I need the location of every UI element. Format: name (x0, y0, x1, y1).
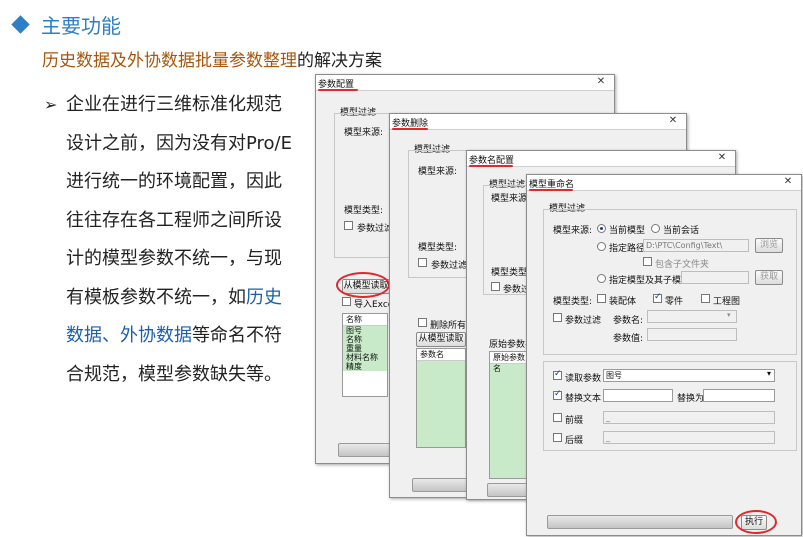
delete-all-checkbox[interactable] (418, 318, 427, 327)
source-label: 模型来源: (553, 226, 593, 236)
list-item[interactable]: 精度 (343, 362, 387, 371)
prefix-checkbox[interactable] (553, 413, 562, 422)
list-green-area (417, 361, 465, 447)
source-label: 模型来源: (344, 128, 384, 138)
replace-with-label: 替换为 (677, 394, 705, 404)
param-value-label: 参数值: (613, 334, 644, 344)
title-underline-mark (529, 189, 573, 191)
param-name-label: 参数名: (613, 316, 644, 326)
subtitle-rest: 的解决方案 (297, 51, 382, 71)
bullet-text: 企业在进行三维标准化规范设计之前，因为没有对Pro/E进行统一的环境配置，因此往… (66, 86, 294, 394)
part-label: 零件 (665, 297, 684, 307)
read-from-model-button[interactable]: 从模型读取 (416, 332, 466, 347)
source-label: 模型来源: (491, 194, 531, 204)
replace-with-input[interactable] (703, 389, 775, 402)
slide-subtitle: 历史数据及外协数据批量参数整理的解决方案 (42, 46, 382, 71)
highlight-circle (336, 272, 390, 298)
specify-model-label: 指定模型及其子模型 (609, 276, 691, 286)
drawing-label: 工程图 (713, 297, 741, 307)
param-value-input[interactable] (647, 328, 737, 341)
type-label: 模型类型: (344, 206, 384, 216)
read-param-select[interactable]: 图号 (603, 369, 775, 382)
include-subfolder-label: 包含子文件夹 (655, 260, 710, 270)
list-header: 原始参数名 (490, 352, 526, 373)
prefix-label: 前缀 (565, 416, 584, 426)
param-filter-checkbox[interactable] (344, 221, 353, 230)
close-icon[interactable]: ✕ (663, 115, 683, 128)
diamond-bullet-icon (11, 15, 30, 34)
subtitle-highlight: 历史数据及外协数据批量参数整理 (42, 51, 297, 71)
param-name-list[interactable]: 名称 图号 名称 重量 材料名称 精度 (342, 313, 388, 397)
dialog-model-rename: 模型重命名 ✕ 模型过滤 模型来源: 当前模型 当前会话 指定路径 D:\PTC… (526, 174, 802, 536)
list-item[interactable]: 图号 (343, 326, 387, 335)
suffix-input[interactable]: _ (603, 431, 775, 444)
title-underline-mark (469, 165, 513, 167)
slide-bullet: ➢ 企业在进行三维标准化规范设计之前，因为没有对Pro/E进行统一的环境配置，因… (44, 86, 294, 394)
part-checkbox[interactable] (653, 292, 662, 303)
progress-bar (412, 478, 472, 492)
current-session-label: 当前会话 (663, 226, 700, 236)
title-underline-mark (318, 89, 358, 91)
arrow-bullet-icon: ➢ (44, 95, 58, 114)
replace-text-input[interactable] (603, 389, 673, 402)
include-subfolder-checkbox[interactable] (643, 257, 652, 266)
original-param-list[interactable]: 原始参数名 (489, 351, 527, 479)
read-param-label: 读取参数 (565, 374, 602, 384)
param-filter-label: 参数过滤 (565, 316, 602, 326)
suffix-label: 后缀 (565, 436, 584, 446)
param-name-select[interactable] (647, 310, 737, 323)
specify-path-label: 指定路径 (609, 244, 646, 254)
list-item[interactable]: 名称 (343, 335, 387, 344)
list-item[interactable]: 材料名称 (343, 353, 387, 362)
type-label: 模型类型: (553, 297, 593, 307)
current-model-label: 当前模型 (609, 226, 646, 236)
list-header: 参数名 (417, 349, 465, 361)
chevron-down-icon: ▾ (767, 369, 772, 378)
replace-text-label: 替换文本 (565, 394, 602, 404)
dialog-titlebar: 参数删除 ✕ (390, 114, 686, 130)
assembly-checkbox[interactable] (597, 294, 606, 303)
slide-title-row: 主要功能 (8, 10, 121, 39)
current-model-radio[interactable] (597, 224, 606, 233)
read-param-checkbox[interactable] (553, 369, 562, 380)
current-session-radio[interactable] (651, 224, 660, 233)
bullet-text-part1: 企业在进行三维标准化规范设计之前，因为没有对Pro/E进行统一的环境配置，因此往… (66, 94, 292, 308)
param-filter-label: 参数过滤 (431, 261, 468, 271)
param-filter-checkbox[interactable] (418, 258, 427, 267)
import-excel-checkbox[interactable] (342, 297, 351, 306)
title-underline-mark (392, 128, 428, 130)
close-icon[interactable]: ✕ (712, 152, 732, 165)
dialog-titlebar: 参数配置 ✕ (316, 75, 614, 91)
highlight-circle (735, 510, 777, 534)
param-name-list[interactable]: 参数名 (416, 348, 466, 448)
path-input[interactable]: D:\PTC\Config\Text\ (643, 239, 749, 252)
browse-button[interactable]: 浏览 (755, 238, 783, 253)
specify-model-radio[interactable] (597, 274, 606, 283)
list-item[interactable]: 重量 (343, 344, 387, 353)
assembly-label: 装配体 (609, 297, 637, 307)
progress-bar (547, 515, 733, 529)
drawing-checkbox[interactable] (701, 294, 710, 303)
suffix-checkbox[interactable] (553, 433, 562, 442)
specify-path-radio[interactable] (597, 242, 606, 251)
param-filter-checkbox[interactable] (553, 313, 562, 322)
chevron-down-icon: ▾ (727, 311, 731, 319)
replace-text-checkbox[interactable] (553, 389, 562, 400)
fetch-button[interactable]: 获取 (755, 270, 783, 285)
close-icon[interactable]: ✕ (591, 76, 611, 89)
list-green-area (490, 364, 526, 478)
close-icon[interactable]: ✕ (778, 176, 798, 189)
param-filter-label: 参数过滤 (357, 224, 394, 234)
source-label: 模型来源: (418, 167, 458, 177)
model-input[interactable] (681, 271, 749, 284)
list-header: 名称 (343, 314, 387, 326)
prefix-input[interactable]: _ (603, 411, 775, 424)
slide-title: 主要功能 (41, 14, 121, 38)
type-label: 模型类型: (418, 243, 458, 253)
type-label: 模型类型: (491, 268, 531, 278)
param-filter-checkbox[interactable] (491, 282, 500, 291)
